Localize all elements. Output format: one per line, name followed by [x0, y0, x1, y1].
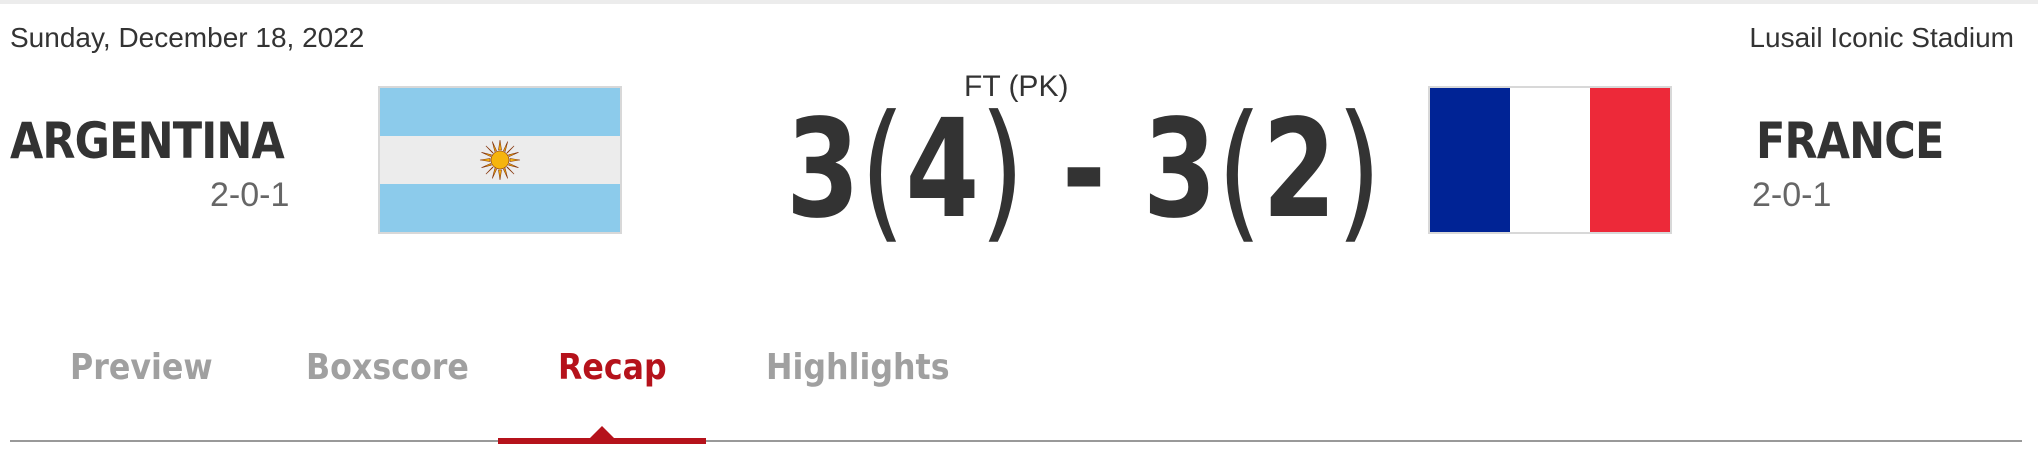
paren-open: (	[859, 84, 906, 258]
paren-open: (	[1216, 84, 1263, 258]
flag-stripe-blue	[1430, 88, 1511, 232]
tab-highlights[interactable]: Highlights	[766, 350, 950, 386]
score-separator: -	[1061, 91, 1106, 249]
away-team-name[interactable]: FRANCE	[1756, 116, 1944, 166]
away-penalties: 2	[1262, 91, 1337, 249]
flag-stripe-top	[380, 88, 620, 136]
home-score: 3	[786, 91, 860, 249]
home-team-record: 2-0-1	[210, 176, 290, 214]
france-flag-icon	[1428, 86, 1672, 234]
argentina-flag-icon	[378, 86, 622, 234]
away-score: 3	[1142, 91, 1217, 249]
match-date: Sunday, December 18, 2022	[10, 22, 365, 53]
paren-close: )	[1336, 84, 1382, 258]
flag-stripe-white	[1509, 88, 1590, 232]
flag-stripe-red	[1589, 88, 1670, 232]
home-team-name[interactable]: ARGENTINA	[10, 116, 285, 166]
active-tab-caret-icon	[589, 426, 615, 439]
match-venue: Lusail Iconic Stadium	[1749, 22, 2014, 53]
scoreline[interactable]: 3(4) - 3(2)	[786, 84, 1382, 258]
away-team-record: 2-0-1	[1752, 176, 1832, 214]
tabs-divider	[10, 440, 2022, 442]
flag-stripe-bottom	[380, 184, 620, 232]
home-penalties: 4	[905, 91, 980, 249]
paren-close: )	[979, 84, 1025, 258]
tab-preview[interactable]: Preview	[70, 350, 213, 386]
tab-recap[interactable]: Recap	[558, 350, 667, 386]
sun-of-may-icon	[479, 139, 521, 181]
tab-boxscore[interactable]: Boxscore	[306, 350, 469, 386]
top-divider	[0, 0, 2038, 4]
